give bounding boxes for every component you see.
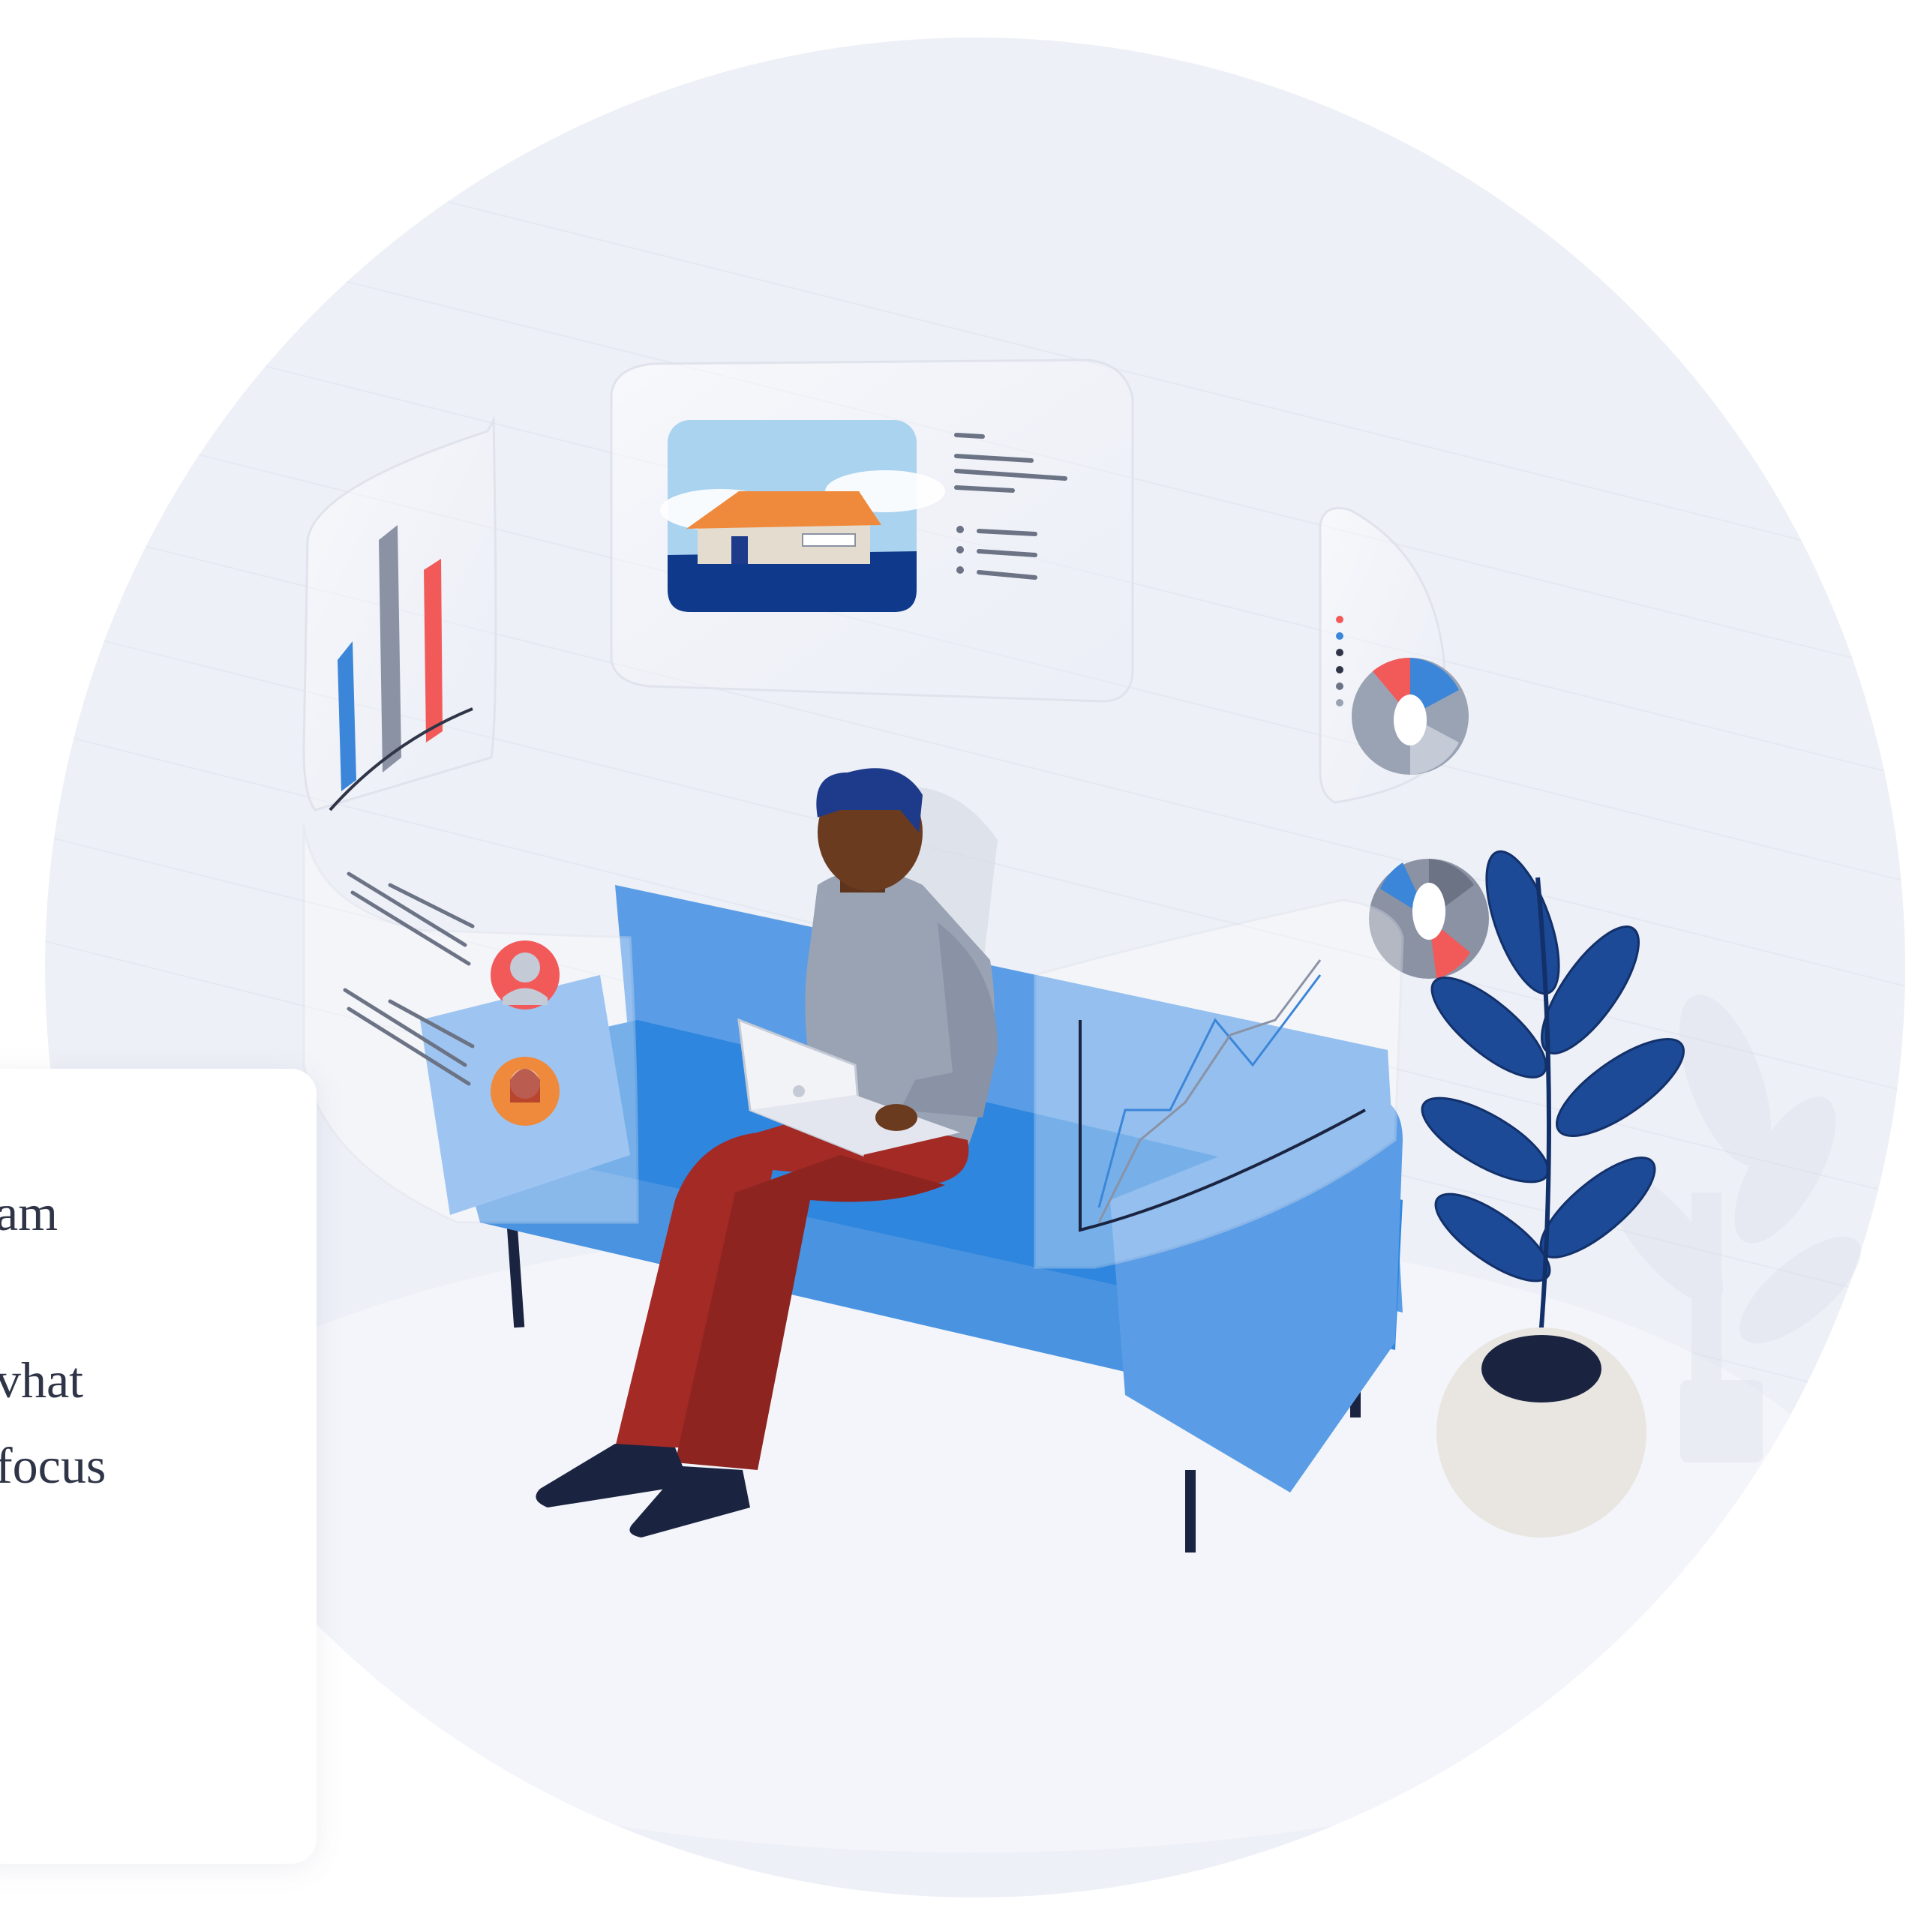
house-listing-panel — [610, 358, 1134, 703]
avatar-icon — [491, 940, 560, 1010]
card-text-line-2: vhat — [0, 1352, 84, 1408]
donut-chart-icon — [1352, 657, 1469, 775]
house-photo-icon — [660, 420, 945, 612]
card-text-line-1: am — [0, 1184, 59, 1241]
avatar-icon-2 — [491, 1057, 560, 1126]
card-text-line-3: focus — [0, 1437, 107, 1494]
